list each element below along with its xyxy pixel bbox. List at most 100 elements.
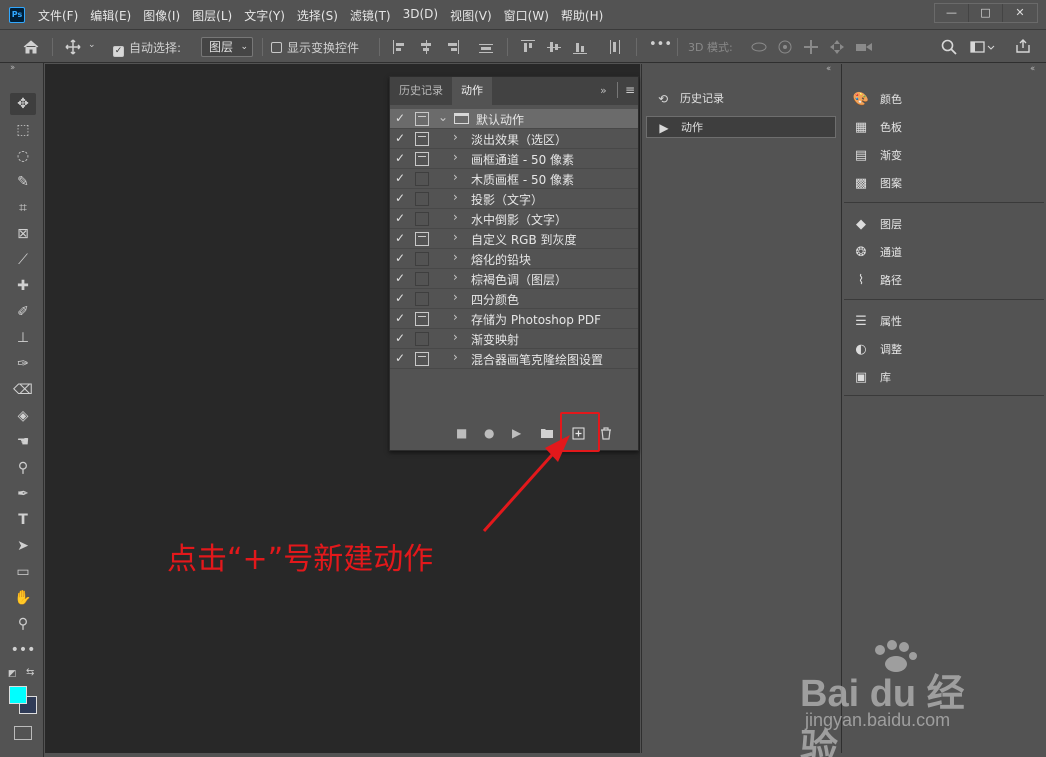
collapse-dock-icon[interactable]: ‹‹: [1030, 64, 1035, 74]
chevron-down-icon[interactable]: ⌄: [88, 40, 96, 50]
dialog-toggle-icon[interactable]: [415, 212, 429, 226]
action-row[interactable]: ✓ › 淡出效果（选区）: [390, 129, 638, 149]
quick-select-tool[interactable]: ✎: [10, 171, 36, 193]
path-select-tool[interactable]: ➤: [10, 535, 36, 557]
dialog-toggle-icon[interactable]: [415, 132, 429, 146]
align-center-h-icon[interactable]: [419, 40, 433, 54]
stop-icon[interactable]: ■: [456, 426, 467, 440]
dock-adjustments[interactable]: ◐ 调整: [850, 339, 902, 361]
action-row[interactable]: ✓ › 混合器画笔克隆绘图设置: [390, 349, 638, 369]
dialog-toggle-icon[interactable]: [415, 312, 429, 326]
dock-channels[interactable]: ❂ 通道: [850, 242, 902, 264]
zoom-tool[interactable]: ⚲: [10, 613, 36, 635]
share-icon[interactable]: [1015, 38, 1031, 54]
action-row[interactable]: ✓ › 投影（文字）: [390, 189, 638, 209]
dock-layers[interactable]: ◆ 图层: [850, 214, 902, 236]
panel-menu-icon[interactable]: ≡: [625, 83, 635, 97]
marquee-tool[interactable]: ⬚: [10, 119, 36, 141]
dialog-toggle-icon[interactable]: [415, 172, 429, 186]
chevron-right-icon[interactable]: ›: [453, 350, 458, 364]
smudge-tool[interactable]: ☚: [10, 431, 36, 453]
auto-select-checkbox[interactable]: ✓ 自动选择:: [113, 39, 181, 57]
dock-paths[interactable]: ⌇ 路径: [850, 270, 902, 292]
menu-view[interactable]: 视图(V): [450, 7, 492, 24]
dock-properties[interactable]: ☰ 属性: [850, 311, 902, 333]
action-row[interactable]: ✓ › 画框通道 - 50 像素: [390, 149, 638, 169]
dialog-toggle-icon[interactable]: [415, 272, 429, 286]
dock-patterns[interactable]: ▩ 图案: [850, 173, 902, 195]
3d-camera-icon[interactable]: [855, 39, 873, 55]
3d-pan-icon[interactable]: [803, 39, 819, 55]
pen-tool[interactable]: ✒: [10, 483, 36, 505]
menu-file[interactable]: 文件(F): [38, 7, 78, 24]
dialog-toggle-icon[interactable]: [415, 232, 429, 246]
action-row[interactable]: ✓ › 自定义 RGB 到灰度: [390, 229, 638, 249]
action-row[interactable]: ✓ › 渐变映射: [390, 329, 638, 349]
menu-image[interactable]: 图像(I): [143, 7, 180, 24]
chevron-right-icon[interactable]: ›: [453, 290, 458, 304]
checkmark-icon[interactable]: ✓: [395, 151, 409, 167]
dock-actions[interactable]: ▶ 动作: [646, 116, 836, 138]
dock-history[interactable]: ⟲ 历史记录: [646, 88, 836, 110]
dialog-toggle-icon[interactable]: [415, 252, 429, 266]
move-tool[interactable]: ✥: [10, 93, 36, 115]
action-row[interactable]: ✓ › 水中倒影（文字）: [390, 209, 638, 229]
shape-tool[interactable]: ▭: [10, 561, 36, 583]
dialog-toggle-icon[interactable]: [415, 152, 429, 166]
distribute-icon[interactable]: [479, 40, 493, 54]
chevron-right-icon[interactable]: ›: [453, 210, 458, 224]
record-icon[interactable]: ●: [484, 426, 494, 440]
eraser-tool[interactable]: ⌫: [10, 379, 36, 401]
workspace-icon[interactable]: [970, 39, 996, 55]
align-left-icon[interactable]: [393, 40, 407, 54]
align-top-icon[interactable]: [521, 40, 535, 54]
chevron-right-icon[interactable]: ›: [453, 250, 458, 264]
menu-window[interactable]: 窗口(W): [504, 7, 549, 24]
default-colors-icon[interactable]: ◩: [8, 669, 17, 679]
checkmark-icon[interactable]: ✓: [395, 251, 409, 267]
3d-roll-icon[interactable]: [777, 39, 793, 55]
distribute-h-icon[interactable]: [607, 40, 621, 54]
3d-orbit-icon[interactable]: [751, 40, 767, 54]
healing-brush-tool[interactable]: ✚: [10, 275, 36, 297]
swap-colors-icon[interactable]: ⇆: [26, 667, 34, 678]
home-icon[interactable]: [22, 39, 40, 55]
edit-toolbar-button[interactable]: •••: [10, 639, 36, 661]
chevron-right-icon[interactable]: ›: [453, 130, 458, 144]
lasso-tool[interactable]: ◌: [10, 145, 36, 167]
action-row[interactable]: ✓ › 木质画框 - 50 像素: [390, 169, 638, 189]
chevron-right-icon[interactable]: ›: [453, 310, 458, 324]
tab-actions[interactable]: 动作: [452, 77, 492, 105]
3d-slide-icon[interactable]: [829, 39, 845, 55]
chevron-right-icon[interactable]: ›: [453, 330, 458, 344]
action-set-row[interactable]: ✓ ⌄ 默认动作: [390, 109, 638, 129]
dock-swatches[interactable]: ▦ 色板: [850, 117, 902, 139]
align-middle-v-icon[interactable]: [547, 40, 561, 54]
auto-select-dropdown[interactable]: 图层 ⌄: [201, 37, 253, 57]
eyedropper-tool[interactable]: ⟋: [10, 249, 36, 271]
dock-color[interactable]: 🎨 颜色: [850, 89, 902, 111]
close-button[interactable]: ✕: [1003, 4, 1037, 22]
history-brush-tool[interactable]: ✑: [10, 353, 36, 375]
more-options-icon[interactable]: •••: [649, 37, 672, 52]
menu-3d[interactable]: 3D(D): [403, 7, 438, 24]
checkmark-icon[interactable]: ✓: [395, 111, 409, 127]
tab-history[interactable]: 历史记录: [390, 77, 452, 105]
brush-tool[interactable]: ✐: [10, 301, 36, 323]
chevron-right-icon[interactable]: ›: [453, 150, 458, 164]
checkmark-icon[interactable]: ✓: [395, 331, 409, 347]
menu-layer[interactable]: 图层(L): [192, 7, 232, 24]
trash-icon[interactable]: [600, 427, 612, 440]
move-tool-icon[interactable]: [64, 39, 82, 55]
menu-edit[interactable]: 编辑(E): [90, 7, 131, 24]
search-icon[interactable]: [941, 39, 957, 55]
dialog-toggle-icon[interactable]: [415, 192, 429, 206]
menu-filter[interactable]: 滤镜(T): [350, 7, 391, 24]
checkmark-icon[interactable]: ✓: [395, 231, 409, 247]
checkmark-icon[interactable]: ✓: [395, 311, 409, 327]
align-bottom-icon[interactable]: [573, 40, 587, 54]
checkmark-icon[interactable]: ✓: [395, 271, 409, 287]
checkmark-icon[interactable]: ✓: [395, 291, 409, 307]
chevron-right-icon[interactable]: ›: [453, 270, 458, 284]
chevron-right-icon[interactable]: ›: [453, 230, 458, 244]
